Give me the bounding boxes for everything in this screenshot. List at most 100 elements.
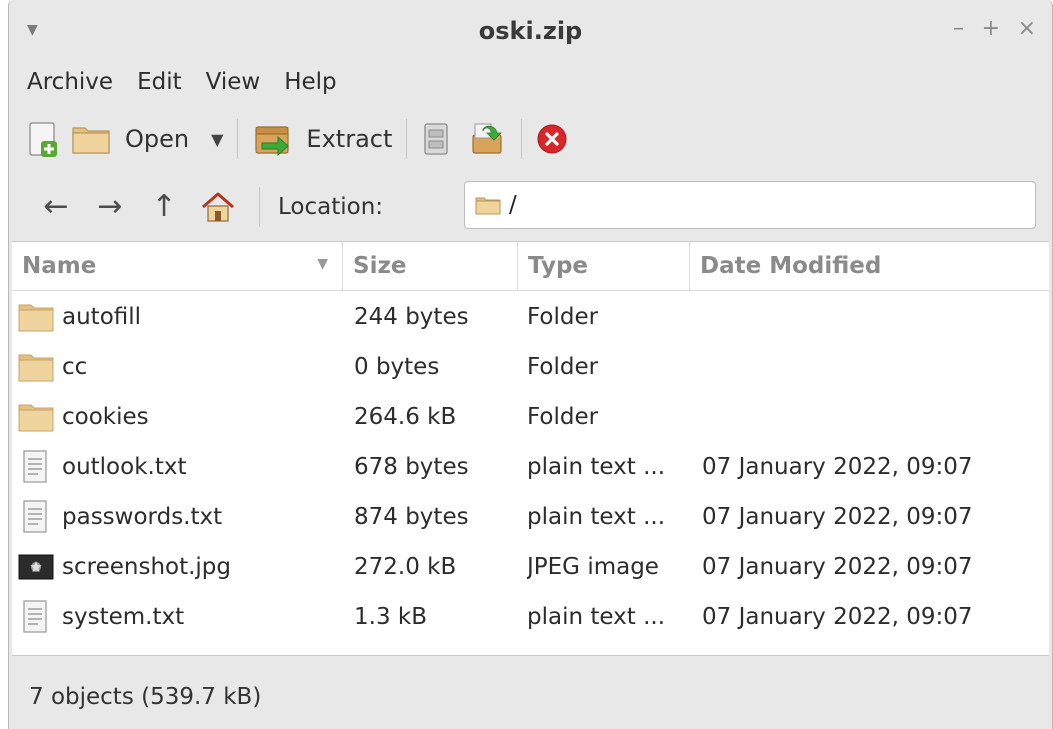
location-field[interactable]: / xyxy=(464,181,1036,229)
file-row[interactable]: system.txt 1.3 kB plain text ... 07 January… xyxy=(12,592,1049,642)
back-button[interactable]: ← xyxy=(29,192,83,222)
file-name: cookies xyxy=(62,404,149,430)
up-button[interactable]: ↑ xyxy=(137,192,191,222)
file-type: JPEG image xyxy=(527,554,659,580)
add-files-button[interactable] xyxy=(421,121,451,157)
text-file-icon xyxy=(18,600,54,634)
back-arrow-icon: ← xyxy=(43,189,69,224)
file-row[interactable]: cc 0 bytes Folder xyxy=(12,342,1049,392)
location-label: Location: xyxy=(278,194,384,220)
close-window-button[interactable]: × xyxy=(1018,18,1036,40)
column-type-label: Type xyxy=(528,253,589,279)
locationbar-separator xyxy=(259,187,260,227)
extract-button[interactable]: Extract xyxy=(252,121,392,157)
file-row[interactable]: passwords.txt 874 bytes plain text ... 07 J… xyxy=(12,492,1049,542)
file-type: plain text ... xyxy=(527,454,665,480)
menu-edit[interactable]: Edit xyxy=(137,69,182,95)
new-archive-icon xyxy=(29,122,57,157)
file-date-modified: 07 January 2022, 09:07 xyxy=(702,504,973,530)
text-file-icon xyxy=(18,500,54,534)
toolbar-separator xyxy=(521,119,523,159)
file-row[interactable]: autofill 244 bytes Folder xyxy=(12,292,1049,342)
file-list: Name ▼ Size Type Date Modified autofill 2… xyxy=(12,241,1049,656)
file-type: plain text ... xyxy=(527,504,665,530)
status-text: 7 objects (539.7 kB) xyxy=(29,684,262,710)
column-date-label: Date Modified xyxy=(700,253,882,279)
column-size-label: Size xyxy=(353,253,407,279)
folder-icon xyxy=(72,127,110,154)
open-label: Open xyxy=(125,125,190,153)
menu-archive[interactable]: Archive xyxy=(27,69,113,95)
file-name: passwords.txt xyxy=(62,504,223,530)
sort-descending-icon: ▼ xyxy=(317,256,328,272)
menu-help[interactable]: Help xyxy=(284,69,336,95)
file-size: 244 bytes xyxy=(354,304,469,330)
maximize-button[interactable]: + xyxy=(982,18,1000,40)
home-icon xyxy=(202,192,234,222)
column-header-size[interactable]: Size xyxy=(342,242,517,290)
file-name: cc xyxy=(62,354,88,380)
file-name: screenshot.jpg xyxy=(62,554,232,580)
forward-arrow-icon: → xyxy=(97,189,123,224)
file-type: Folder xyxy=(527,304,599,330)
file-type: Folder xyxy=(527,404,599,430)
file-size: 264.6 kB xyxy=(354,404,457,430)
column-name-label: Name xyxy=(22,253,97,279)
file-date-modified xyxy=(702,342,1047,392)
file-row[interactable]: outlook.txt 678 bytes plain text ... 07 Jan… xyxy=(12,442,1049,492)
list-header: Name ▼ Size Type Date Modified xyxy=(12,242,1049,291)
file-size: 874 bytes xyxy=(354,504,469,530)
file-name: autofill xyxy=(62,304,142,330)
file-row[interactable]: screenshot.jpg 272.0 kB JPEG image 07 Janua… xyxy=(12,542,1049,592)
toolbar-separator xyxy=(406,119,408,159)
image-file-icon xyxy=(18,550,54,584)
up-arrow-icon: ↑ xyxy=(151,189,177,224)
open-archive-button[interactable]: Open xyxy=(71,121,189,157)
add-folder-button[interactable] xyxy=(467,121,507,157)
menu-bar: Archive Edit View Help xyxy=(9,62,1052,102)
file-name: system.txt xyxy=(62,604,185,630)
column-header-type[interactable]: Type xyxy=(517,242,689,290)
file-date-modified: 07 January 2022, 09:07 xyxy=(702,604,973,630)
folder-icon xyxy=(18,400,54,434)
file-date-modified xyxy=(702,292,1047,342)
location-bar: ← → ↑ Location: / xyxy=(9,175,1052,239)
stop-button[interactable] xyxy=(536,123,568,155)
menu-view[interactable]: View xyxy=(206,69,261,95)
folder-icon xyxy=(18,350,54,384)
title-bar[interactable]: ▼ oski.zip – + × xyxy=(9,0,1052,62)
file-row[interactable]: cookies 264.6 kB Folder xyxy=(12,392,1049,442)
add-to-archive-icon xyxy=(472,123,503,154)
file-date-modified: 07 January 2022, 09:07 xyxy=(702,454,973,480)
file-type: Folder xyxy=(527,354,599,380)
new-archive-button[interactable] xyxy=(27,119,61,159)
toolbar: Open ▼ Extract xyxy=(9,108,1052,170)
home-button[interactable] xyxy=(191,190,245,224)
forward-button[interactable]: → xyxy=(83,192,137,222)
column-header-name[interactable]: Name ▼ xyxy=(12,242,342,290)
stop-icon xyxy=(537,124,567,154)
file-size: 1.3 kB xyxy=(354,604,427,630)
minimize-button[interactable]: – xyxy=(953,18,964,40)
column-header-date-modified[interactable]: Date Modified xyxy=(689,242,1049,290)
archive-manager-window: ▼ oski.zip – + × Archive Edit View Help … xyxy=(8,0,1053,729)
status-bar: 7 objects (539.7 kB) xyxy=(9,665,1052,729)
folder-icon xyxy=(18,300,54,334)
window-menu-icon[interactable]: ▼ xyxy=(27,22,38,38)
location-path: / xyxy=(509,192,517,218)
file-size: 272.0 kB xyxy=(354,554,457,580)
open-dropdown-button[interactable]: ▼ xyxy=(211,130,223,149)
archive-cabinet-icon xyxy=(424,123,449,155)
file-size: 0 bytes xyxy=(354,354,440,380)
toolbar-separator xyxy=(237,119,239,159)
chevron-down-icon: ▼ xyxy=(211,129,224,149)
folder-icon xyxy=(475,197,501,215)
extract-label: Extract xyxy=(306,125,393,153)
file-date-modified xyxy=(702,392,1047,442)
file-size: 678 bytes xyxy=(354,454,469,480)
file-date-modified: 07 January 2022, 09:07 xyxy=(702,554,973,580)
file-name: outlook.txt xyxy=(62,454,187,480)
file-type: plain text ... xyxy=(527,604,665,630)
text-file-icon xyxy=(18,450,54,484)
extract-icon xyxy=(255,126,290,157)
